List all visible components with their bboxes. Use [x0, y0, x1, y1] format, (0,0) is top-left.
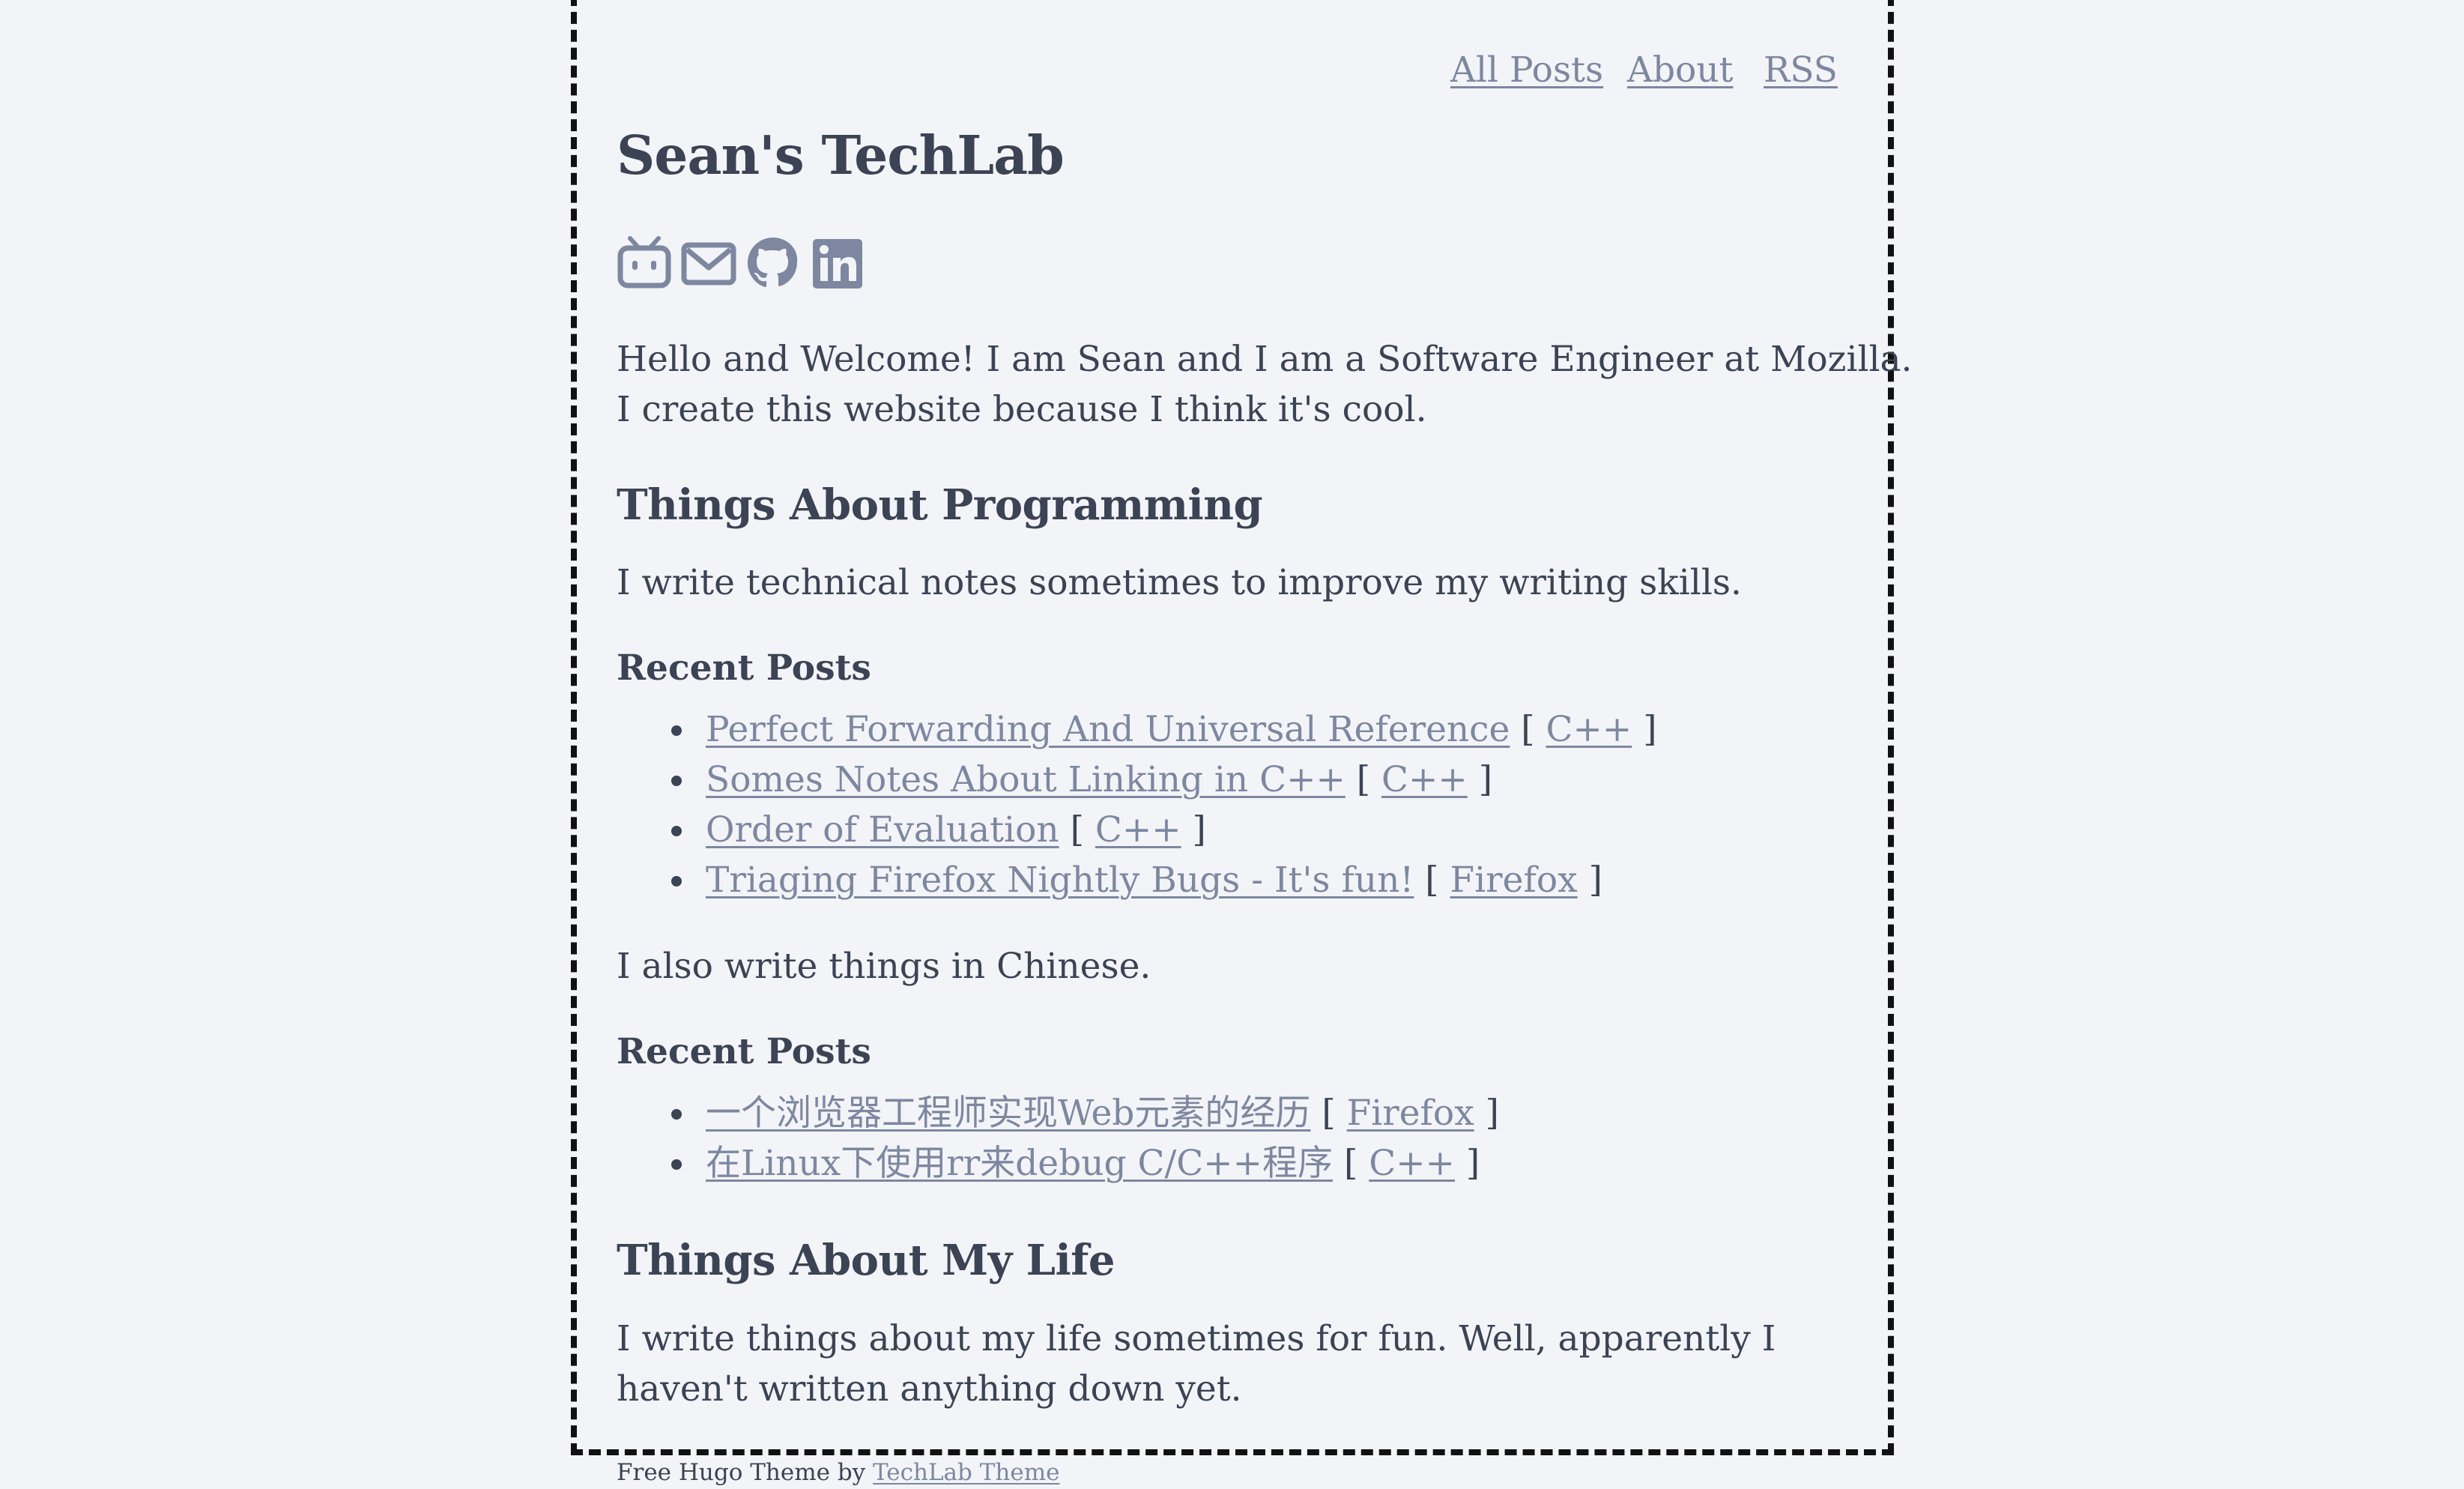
nav-about-link[interactable]: About — [1627, 48, 1733, 93]
github-icon[interactable] — [745, 236, 801, 290]
chinese-post-list: 一个浏览器工程师实现Web元素的经历 [ Firefox ] 在Linux下使用… — [671, 1088, 1499, 1189]
tag-link[interactable]: C++ — [1381, 759, 1468, 800]
post-link[interactable]: Perfect Forwarding And Universal Referen… — [706, 709, 1510, 750]
programming-post-list: Perfect Forwarding And Universal Referen… — [671, 704, 1657, 905]
tag-link[interactable]: C++ — [1369, 1143, 1455, 1184]
programming-recent-heading: Recent Posts — [617, 647, 871, 689]
tag-link[interactable]: Firefox — [1347, 1093, 1474, 1134]
footer: Free Hugo Theme by TechLab Theme — [617, 1458, 1059, 1488]
footer-theme-link[interactable]: TechLab Theme — [873, 1459, 1059, 1486]
list-item: Somes Notes About Linking in C++ [ C++ ] — [671, 755, 1657, 805]
post-link[interactable]: 在Linux下使用rr来debug C/C++程序 — [706, 1143, 1333, 1184]
tag-link[interactable]: C++ — [1546, 709, 1632, 750]
nav-rss-link[interactable]: RSS — [1764, 48, 1838, 93]
post-link[interactable]: 一个浏览器工程师实现Web元素的经历 — [706, 1093, 1310, 1134]
social-icons — [617, 236, 865, 290]
bilibili-icon[interactable] — [617, 236, 672, 290]
list-item: Perfect Forwarding And Universal Referen… — [671, 704, 1657, 755]
life-heading: Things About My Life — [617, 1236, 1115, 1285]
list-item: Order of Evaluation [ C++ ] — [671, 805, 1657, 855]
life-line-2: haven't written anything down yet. — [617, 1368, 1242, 1410]
intro-line-2: I create this website because I think it… — [617, 389, 1427, 430]
life-line-1: I write things about my life sometimes f… — [617, 1318, 1776, 1359]
programming-text: I write technical notes sometimes to imp… — [617, 562, 1742, 603]
footer-text: Free Hugo Theme by — [617, 1459, 874, 1486]
tag-link[interactable]: C++ — [1095, 809, 1181, 851]
list-item: Triaging Firefox Nightly Bugs - It's fun… — [671, 855, 1657, 905]
programming-heading: Things About Programming — [617, 480, 1263, 530]
post-link[interactable]: Somes Notes About Linking in C++ — [706, 759, 1345, 800]
chinese-recent-heading: Recent Posts — [617, 1031, 871, 1072]
email-icon[interactable] — [681, 236, 736, 290]
list-item: 一个浏览器工程师实现Web元素的经历 [ Firefox ] — [671, 1088, 1499, 1138]
list-item: 在Linux下使用rr来debug C/C++程序 [ C++ ] — [671, 1138, 1499, 1189]
chinese-text: I also write things in Chinese. — [617, 946, 1151, 987]
intro-line-1: Hello and Welcome! I am Sean and I am a … — [617, 339, 1913, 380]
post-link[interactable]: Order of Evaluation — [706, 809, 1059, 851]
post-link[interactable]: Triaging Firefox Nightly Bugs - It's fun… — [706, 860, 1414, 901]
tag-link[interactable]: Firefox — [1450, 860, 1578, 901]
linkedin-icon[interactable] — [810, 236, 865, 290]
site-title: Sean's TechLab — [617, 124, 1065, 187]
nav-all-posts-link[interactable]: All Posts — [1450, 48, 1603, 93]
